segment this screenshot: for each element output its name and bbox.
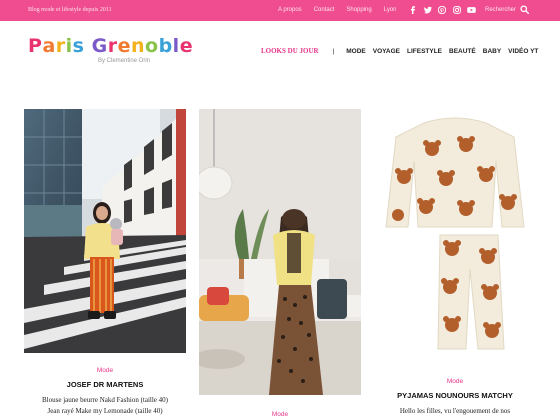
post-excerpt-line: Blouse jaune beurre Nakd Fashion (taille… (42, 396, 168, 404)
nav-item-lifestyle[interactable]: LIFESTYLE (407, 48, 442, 55)
nav-separator: | (332, 47, 335, 55)
post-image-pyjamas[interactable] (374, 109, 536, 363)
search-icon[interactable] (520, 5, 530, 15)
site-byline: By Clementine Orin (98, 58, 151, 64)
post-excerpt-line: Hello les filles, vu l'engouement de nos (399, 407, 511, 415)
nav-item-looks-du-jour[interactable]: LOOKS DU JOUR (261, 47, 319, 55)
top-link-shopping[interactable]: Shopping (346, 7, 371, 13)
facebook-icon[interactable] (408, 5, 418, 15)
twitter-icon[interactable] (423, 5, 433, 15)
nav-item-video-yt[interactable]: VIDÉO YT (508, 48, 538, 55)
main-nav: LOOKS DU JOUR | MODE VOYAGE LIFESTYLE BE… (261, 47, 545, 55)
youtube-icon[interactable] (466, 5, 476, 15)
nav-item-voyage[interactable]: VOYAGE (373, 48, 400, 55)
post-category[interactable]: Mode (374, 378, 536, 385)
instagram-icon[interactable] (452, 5, 462, 15)
nav-item-mode[interactable]: MODE (346, 48, 366, 55)
top-links: A propos Contact Shopping Lyon (278, 7, 409, 13)
post-title[interactable]: PYJAMAS NOUNOURS MATCHY (374, 391, 536, 400)
social-links (408, 5, 481, 15)
post-image-josef[interactable] (24, 109, 186, 353)
site-header: Paris Grenoble By Clementine Orin LOOKS … (0, 21, 560, 83)
post-excerpt: Hello les filles, vu l'engouement de nos (364, 406, 546, 417)
top-link-about[interactable]: A propos (278, 7, 302, 13)
post-image-mode-2[interactable] (199, 109, 361, 395)
site-tagline: Blog mode et lifestyle depuis 2011 (28, 7, 112, 13)
post-category[interactable]: Mode (199, 411, 361, 418)
post-excerpt-line: Jean rayé Make my Lemonade (taille 40) (47, 407, 163, 415)
nav-item-beaute[interactable]: BEAUTÉ (449, 48, 476, 55)
post-excerpt: Blouse jaune beurre Nakd Fashion (taille… (14, 395, 196, 417)
nav-item-baby[interactable]: BABY (483, 48, 501, 55)
post-category[interactable]: Mode (24, 367, 186, 374)
top-link-contact[interactable]: Contact (314, 7, 335, 13)
search-label[interactable]: Rechercher (485, 7, 516, 13)
top-bar: Blog mode et lifestyle depuis 2011 A pro… (0, 0, 560, 21)
post-title[interactable]: JOSEF DR MARTENS (24, 380, 186, 389)
top-link-lyon[interactable]: Lyon (384, 7, 397, 13)
site-logo[interactable]: Paris Grenoble (28, 35, 193, 57)
pinterest-icon[interactable] (437, 5, 447, 15)
